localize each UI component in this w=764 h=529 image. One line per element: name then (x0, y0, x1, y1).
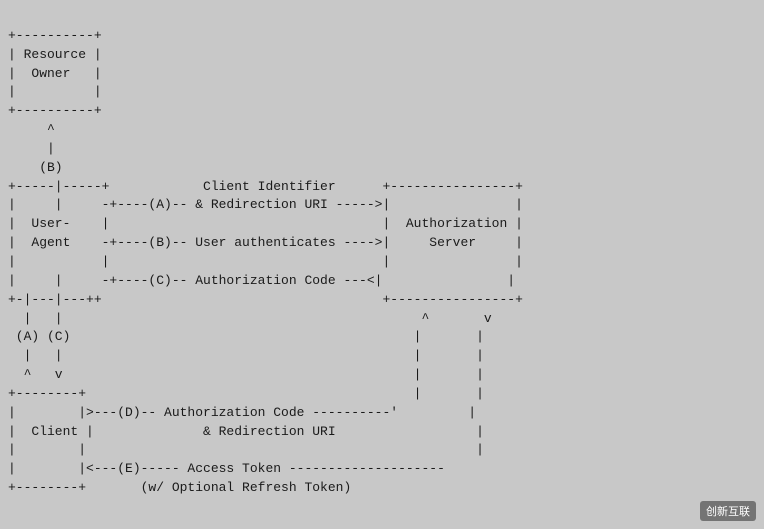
diagram-text: +----------+ | Resource | | Owner | | | … (8, 28, 523, 495)
watermark: 创新互联 (700, 501, 756, 521)
oauth-diagram: +----------+ | Resource | | Owner | | | … (8, 8, 523, 498)
